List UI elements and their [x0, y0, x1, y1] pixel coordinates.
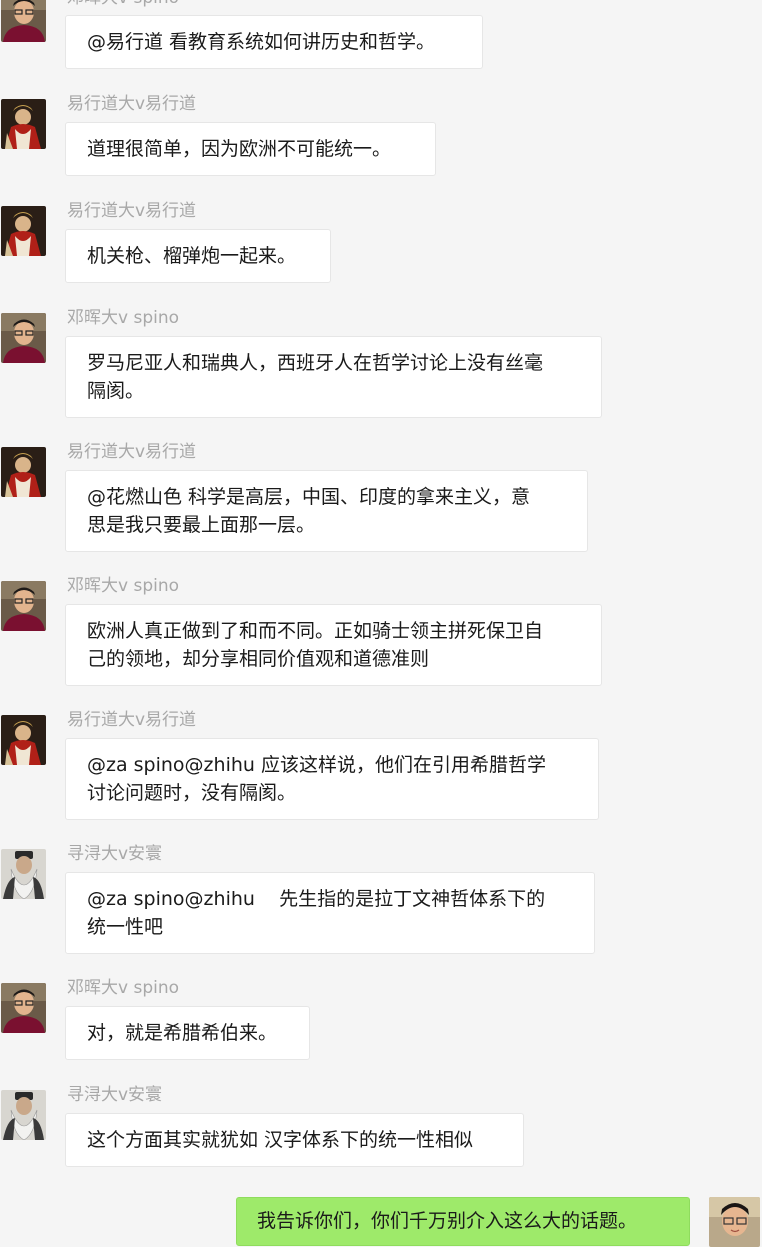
napoleon-portrait-avatar[interactable] [1, 715, 46, 765]
napoleon-portrait-avatar[interactable] [1, 206, 46, 256]
message-line: 统一性吧 [87, 916, 164, 938]
message-line: 己的领地，却分享相同价值观和道德准则 [87, 648, 430, 670]
message-line: 讨论问题时，没有隔阂。 [87, 782, 297, 804]
sender-name: 邓晖大v spino [67, 0, 179, 8]
napoleon-portrait-avatar[interactable] [1, 99, 46, 149]
napoleon-portrait-avatar[interactable] [1, 447, 46, 497]
message-bubble[interactable]: 机关枪、榴弹炮一起来。 [65, 229, 331, 283]
message-line: 机关枪、榴弹炮一起来。 [87, 245, 297, 267]
message-bubble[interactable]: @za spino@zhihu 先生指的是拉丁文神哲体系下的 统一性吧 [65, 872, 595, 954]
bearded-sage-avatar[interactable] [1, 849, 46, 899]
man-glasses-avatar[interactable] [1, 581, 46, 631]
sender-name: 邓晖大v spino [67, 576, 180, 596]
man-glasses-avatar[interactable] [1, 0, 46, 42]
message-line: 对，就是希腊希伯来。 [87, 1022, 278, 1044]
sender-name: 邓晖大v spino [67, 978, 180, 998]
message-line: 我告诉你们，你们千万别介入这么大的话题。 [257, 1210, 638, 1232]
message-bubble[interactable]: 道理很简单，因为欧洲不可能统一。 [65, 122, 436, 176]
message-bubble[interactable]: @花燃山色 科学是高层，中国、印度的拿来主义，意 思是我只要最上面那一层。 [65, 470, 588, 552]
message-line: 罗马尼亚人和瑞典人，西班牙人在哲学讨论上没有丝毫 [87, 352, 544, 374]
message-bubble[interactable]: @za spino@zhihu 应该这样说，他们在引用希腊哲学 讨论问题时，没有… [65, 738, 599, 820]
message-line: 思是我只要最上面那一层。 [87, 514, 316, 536]
message-line: 道理很简单，因为欧洲不可能统一。 [87, 138, 392, 160]
sender-name: 寻浔大v安寰 [67, 844, 163, 864]
man-glasses-avatar[interactable] [1, 983, 46, 1033]
sender-name: 易行道大v易行道 [67, 94, 197, 114]
message-line: @za spino@zhihu 先生指的是拉丁文神哲体系下的 [87, 888, 546, 910]
message-bubble[interactable]: @易行道 看教育系统如何讲历史和哲学。 [65, 15, 483, 69]
message-line: @za spino@zhihu 应该这样说，他们在引用希腊哲学 [87, 754, 546, 776]
self-avatar[interactable] [709, 1197, 760, 1247]
message-line: 欧洲人真正做到了和而不同。正如骑士领主拼死保卫自 [87, 620, 544, 642]
message-bubble[interactable]: 欧洲人真正做到了和而不同。正如骑士领主拼死保卫自 己的领地，却分享相同价值观和道… [65, 604, 602, 686]
sender-name: 寻浔大v安寰 [67, 1085, 163, 1105]
message-line: 隔阂。 [87, 380, 145, 402]
sender-name: 邓晖大v spino [67, 308, 180, 328]
message-bubble[interactable]: 罗马尼亚人和瑞典人，西班牙人在哲学讨论上没有丝毫 隔阂。 [65, 336, 602, 418]
message-bubble[interactable]: 这个方面其实就犹如 汉字体系下的统一性相似 [65, 1113, 524, 1167]
sender-name: 易行道大v易行道 [67, 201, 197, 221]
bearded-sage-avatar[interactable] [1, 1090, 46, 1140]
message-line: 这个方面其实就犹如 汉字体系下的统一性相似 [87, 1129, 474, 1151]
chat-log: 邓晖大v spino @易行道 看教育系统如何讲历史和哲学。 易行道大v易行道 … [0, 0, 762, 1247]
sender-name: 易行道大v易行道 [67, 710, 197, 730]
own-message-bubble[interactable]: 我告诉你们，你们千万别介入这么大的话题。 [236, 1197, 690, 1246]
message-line: @花燃山色 科学是高层，中国、印度的拿来主义，意 [87, 486, 531, 508]
message-line: @易行道 看教育系统如何讲历史和哲学。 [87, 31, 436, 53]
sender-name: 易行道大v易行道 [67, 442, 197, 462]
message-bubble[interactable]: 对，就是希腊希伯来。 [65, 1006, 310, 1060]
man-glasses-avatar[interactable] [1, 313, 46, 363]
